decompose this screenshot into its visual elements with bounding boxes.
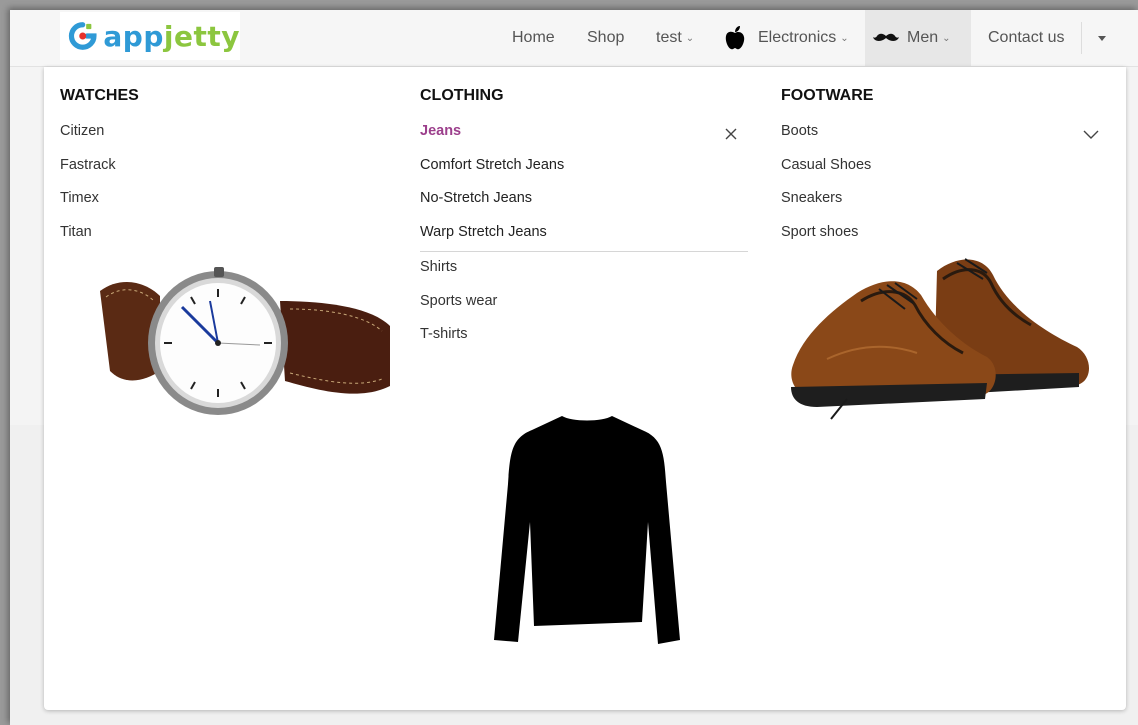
menu-item-boots[interactable]: Boots xyxy=(781,123,818,139)
nav-item-home[interactable]: Home xyxy=(512,10,555,66)
top-navbar: appjetty Home Shop test ⌄ Electronics ⌄ Me… xyxy=(10,10,1138,67)
mega-menu-panel: WATCHES Citizen Fastrack Timex Titan CLO… xyxy=(44,67,1126,710)
menu-item-jeans[interactable]: Jeans xyxy=(420,123,461,139)
menu-item-timex[interactable]: Timex xyxy=(60,190,99,206)
menu-item-casual-shoes[interactable]: Casual Shoes xyxy=(781,157,871,173)
close-icon[interactable] xyxy=(725,128,737,140)
nav-item-men[interactable]: Men ⌄ xyxy=(865,10,971,66)
submenu-divider xyxy=(420,251,748,252)
nav-divider xyxy=(1081,22,1082,54)
submenu-item-warp-stretch-jeans[interactable]: Warp Stretch Jeans xyxy=(420,224,547,240)
logo-mark-icon xyxy=(68,22,97,50)
submenu-item-no-stretch-jeans[interactable]: No-Stretch Jeans xyxy=(420,190,532,206)
nav-item-shop[interactable]: Shop xyxy=(587,10,624,66)
menu-item-sports-wear[interactable]: Sports wear xyxy=(420,293,497,309)
chevron-down-icon[interactable] xyxy=(1083,130,1099,140)
nav-item-electronics[interactable]: Electronics ⌄ xyxy=(724,10,849,66)
apple-icon xyxy=(725,26,745,50)
menu-item-t-shirts[interactable]: T-shirts xyxy=(420,326,468,342)
wristwatch-image xyxy=(100,267,390,415)
menu-item-citizen[interactable]: Citizen xyxy=(60,123,104,139)
menu-item-sport-shoes[interactable]: Sport shoes xyxy=(781,224,858,240)
sweater-image xyxy=(494,416,680,644)
mustache-icon xyxy=(873,33,899,41)
nav-item-test[interactable]: test ⌄ xyxy=(656,10,694,66)
menu-item-shirts[interactable]: Shirts xyxy=(420,259,457,275)
column-title: WATCHES xyxy=(60,87,139,104)
chevron-down-icon: ⌄ xyxy=(840,32,849,44)
nav-item-contact-us[interactable]: Contact us xyxy=(988,10,1064,66)
appjetty-logo[interactable]: appjetty xyxy=(60,12,240,60)
column-title: FOOTWARE xyxy=(781,87,874,104)
menu-item-fastrack[interactable]: Fastrack xyxy=(60,157,116,173)
logo-wordmark: appjetty xyxy=(103,19,240,53)
browser-viewport: appjetty Home Shop test ⌄ Electronics ⌄ Me… xyxy=(10,10,1138,725)
caret-down-icon[interactable] xyxy=(1098,36,1106,41)
chevron-down-icon: ⌄ xyxy=(685,32,695,44)
column-title: CLOTHING xyxy=(420,87,504,104)
menu-item-sneakers[interactable]: Sneakers xyxy=(781,190,842,206)
chevron-down-icon: ⌄ xyxy=(942,32,951,44)
menu-item-titan[interactable]: Titan xyxy=(60,224,92,240)
leather-shoes-image xyxy=(791,258,1089,420)
submenu-item-comfort-stretch-jeans[interactable]: Comfort Stretch Jeans xyxy=(420,157,564,173)
